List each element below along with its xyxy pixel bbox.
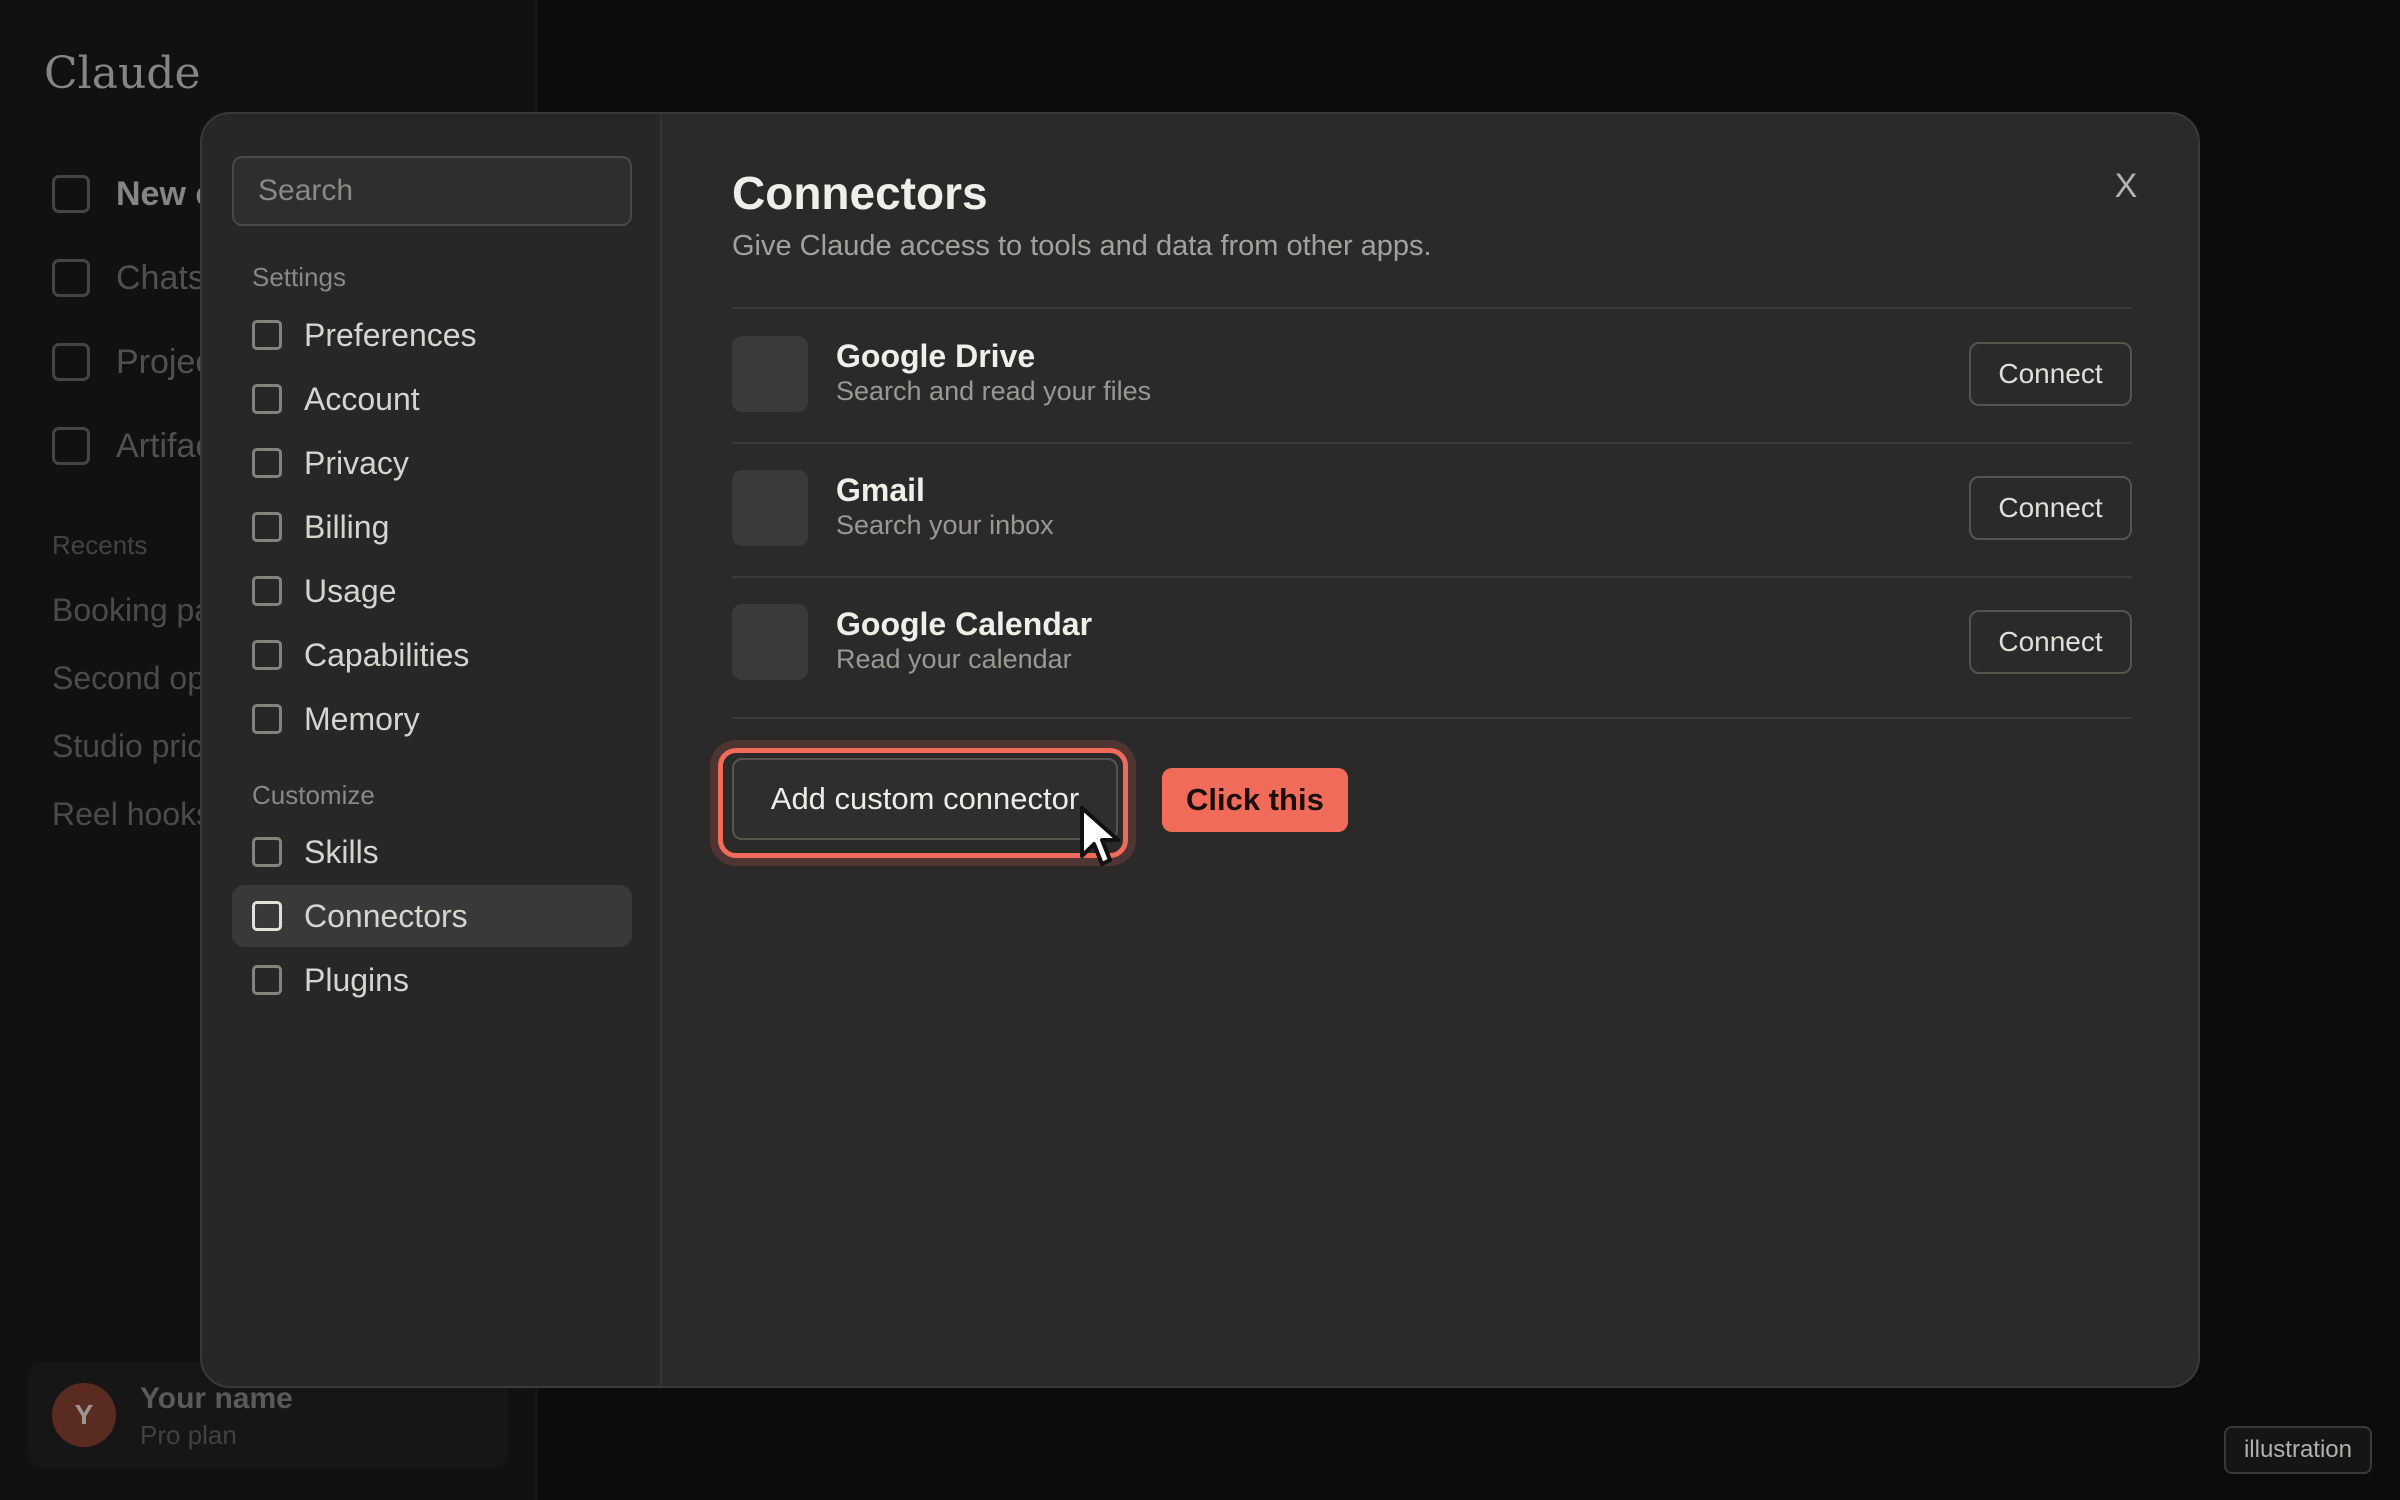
google-calendar-icon <box>732 604 808 680</box>
sidebar-item-skills[interactable]: Skills <box>232 821 632 883</box>
sidebar-item-label: Plugins <box>304 961 409 998</box>
connect-button[interactable]: Connect <box>1969 342 2132 406</box>
preferences-icon <box>252 320 282 350</box>
connect-button[interactable]: Connect <box>1969 476 2132 540</box>
settings-section-label: Settings <box>252 262 346 292</box>
illustration-badge: illustration <box>2223 1426 2372 1474</box>
sidebar-item-label: Connectors <box>304 897 468 934</box>
sidebar-item-label: Preferences <box>304 316 477 353</box>
sidebar-item-label: Skills <box>304 833 379 870</box>
google-drive-icon <box>732 336 808 412</box>
billing-icon <box>252 512 282 542</box>
sidebar-item-memory[interactable]: Memory <box>232 688 632 750</box>
connector-row-google-drive: Google Drive Search and read your files … <box>732 308 2132 442</box>
connector-description: Search and read your files <box>836 376 1152 406</box>
privacy-icon <box>252 448 282 478</box>
connector-row-gmail: Gmail Search your inbox Connect <box>732 442 2132 576</box>
capabilities-icon <box>252 640 282 670</box>
divider <box>732 717 2132 719</box>
usage-icon <box>252 576 282 606</box>
connector-description: Search your inbox <box>836 510 1054 540</box>
sidebar-item-privacy[interactable]: Privacy <box>232 432 632 494</box>
connectors-panel: Connectors Give Claude access to tools a… <box>718 114 2198 1386</box>
sidebar-item-account[interactable]: Account <box>232 368 632 430</box>
settings-sidebar: Settings Preferences Account Privacy Bil… <box>202 114 662 1386</box>
sidebar-item-label: Privacy <box>304 444 409 481</box>
connector-description: Read your calendar <box>836 644 1072 674</box>
sidebar-item-label: Memory <box>304 700 420 737</box>
add-custom-connector-button[interactable]: Add custom connector <box>732 758 1118 840</box>
close-icon[interactable]: X <box>2106 166 2146 206</box>
connectors-icon <box>252 901 282 931</box>
sidebar-item-label: Capabilities <box>304 636 470 673</box>
settings-modal: Settings Preferences Account Privacy Bil… <box>200 112 2200 1388</box>
memory-icon <box>252 704 282 734</box>
sidebar-item-billing[interactable]: Billing <box>232 496 632 558</box>
connector-row-google-calendar: Google Calendar Read your calendar Conne… <box>732 576 2132 710</box>
account-icon <box>252 384 282 414</box>
sidebar-item-connectors[interactable]: Connectors <box>232 885 632 947</box>
plugins-icon <box>252 965 282 995</box>
connector-name: Google Calendar <box>836 606 1093 642</box>
connector-name: Gmail <box>836 472 925 508</box>
customize-section-label: Customize <box>252 780 375 810</box>
tooltip-badge: Click this <box>1162 768 1348 832</box>
sidebar-item-label: Account <box>304 380 420 417</box>
gmail-icon <box>732 470 808 546</box>
search-input[interactable] <box>232 156 632 226</box>
mouse-cursor-icon <box>1080 806 1120 866</box>
sidebar-item-plugins[interactable]: Plugins <box>232 949 632 1011</box>
sidebar-item-usage[interactable]: Usage <box>232 560 632 622</box>
connect-button[interactable]: Connect <box>1969 610 2132 674</box>
page-subtitle: Give Claude access to tools and data fro… <box>732 230 1432 262</box>
sidebar-item-label: Billing <box>304 508 390 545</box>
sidebar-item-capabilities[interactable]: Capabilities <box>232 624 632 686</box>
page-title: Connectors <box>732 167 988 219</box>
sidebar-item-label: Usage <box>304 572 397 609</box>
connector-name: Google Drive <box>836 338 1036 374</box>
sidebar-item-preferences[interactable]: Preferences <box>232 304 632 366</box>
skills-icon <box>252 837 282 867</box>
